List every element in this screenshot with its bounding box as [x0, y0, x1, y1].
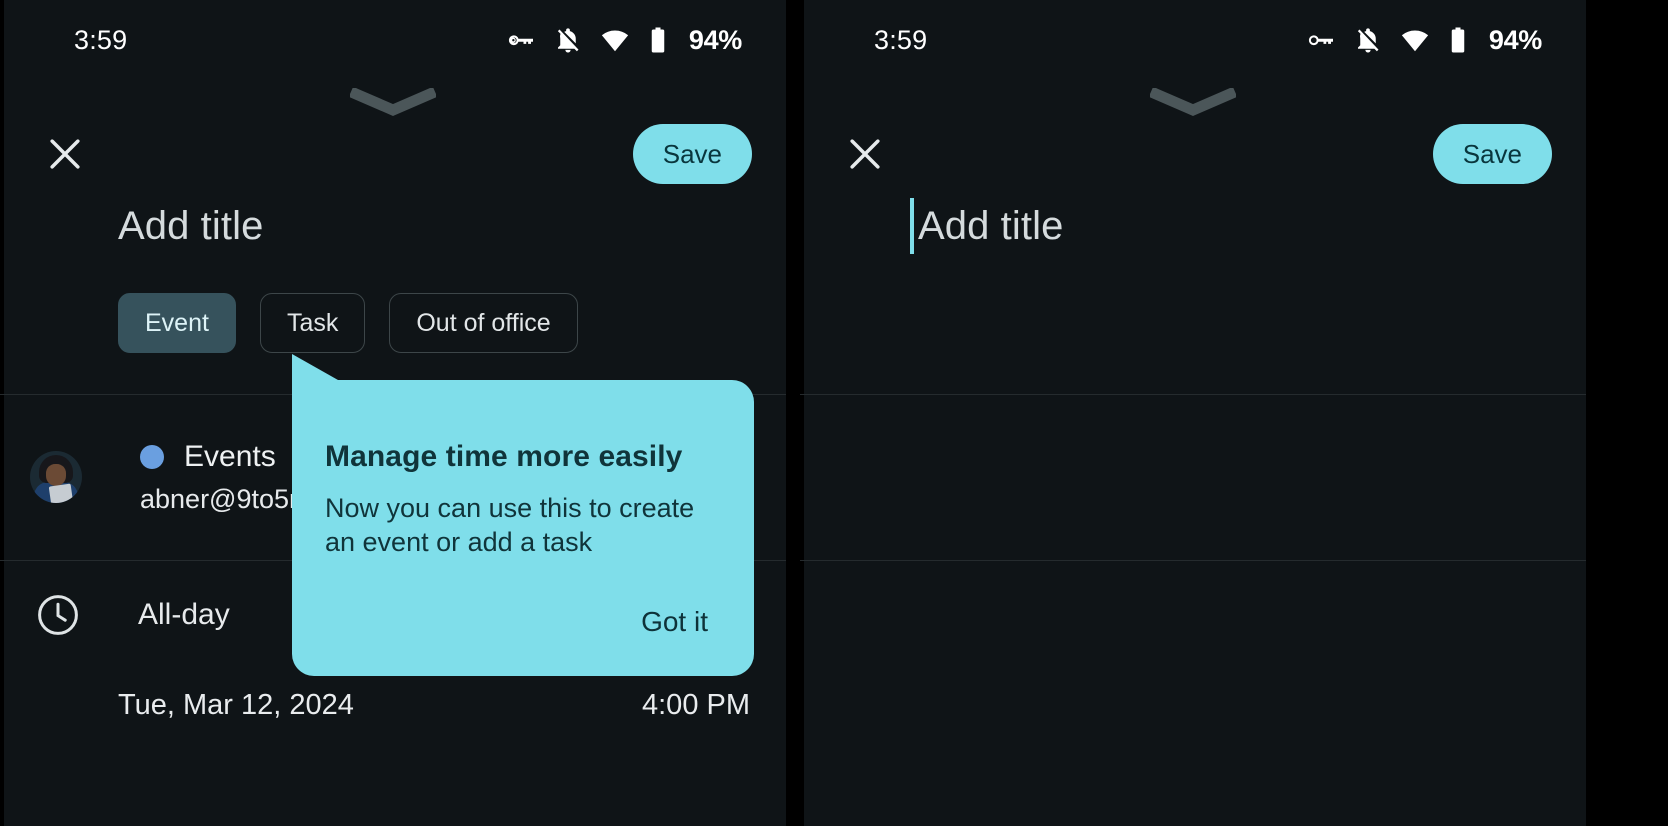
title-input[interactable]: Add title — [118, 204, 263, 249]
tooltip-body: Now you can use this to create an event … — [325, 493, 695, 557]
all-day-left-group: All-day — [34, 591, 230, 639]
save-button-right[interactable]: Save — [1432, 124, 1552, 184]
status-bar-right: 3:59 94% — [800, 0, 1586, 80]
close-icon — [50, 139, 80, 169]
all-day-label: All-day — [138, 598, 230, 631]
tooltip-bubble: Manage time more easily Now you can use … — [292, 354, 754, 676]
feature-tooltip: Manage time more easily Now you can use … — [292, 354, 754, 676]
chip-task[interactable]: Task — [259, 293, 366, 353]
right-phone-screen: 3:59 94% Save Add title — [800, 0, 1586, 826]
status-icon-group-right: 94% — [1306, 25, 1542, 56]
all-day-row-right[interactable]: All-day — [800, 560, 1586, 670]
battery-icon — [1451, 27, 1465, 53]
battery-icon — [651, 27, 665, 53]
chevron-down-icon — [1148, 86, 1238, 116]
left-phone-screen: 3:59 94% Save Add title Event Task Out o… — [0, 0, 786, 826]
status-bar: 3:59 94% — [0, 0, 786, 80]
start-time-label[interactable]: 4:00 PM — [642, 689, 750, 722]
battery-percent-label-right: 94% — [1488, 24, 1542, 55]
start-date-label[interactable]: Tue, Mar 12, 2024 — [118, 689, 354, 722]
wifi-icon — [601, 30, 628, 52]
vpn-key-icon — [508, 35, 533, 46]
title-input-right[interactable]: Add title — [918, 204, 1063, 249]
close-icon — [850, 139, 880, 169]
tooltip-action-row: Got it — [325, 602, 714, 642]
entry-type-chip-group: Event Task Out of office — [118, 293, 578, 353]
status-clock-right: 3:59 — [874, 24, 928, 55]
title-input-row-right[interactable]: Add title — [800, 188, 1586, 264]
close-button[interactable] — [36, 125, 94, 183]
calendar-color-dot — [140, 444, 164, 469]
chip-event[interactable]: Event — [118, 293, 236, 353]
battery-percent-label: 94% — [688, 24, 742, 55]
status-icon-group: 94% — [506, 25, 742, 56]
tooltip-got-it-button[interactable]: Got it — [635, 602, 714, 642]
avatar[interactable] — [30, 451, 82, 503]
notifications-muted-icon — [557, 28, 579, 53]
panel-divider — [786, 0, 800, 826]
vpn-key-icon — [1308, 35, 1333, 46]
dual-screenshot-stage: 3:59 94% Save Add title Event Task Out o… — [0, 0, 1668, 826]
save-button[interactable]: Save — [632, 124, 752, 184]
datetime-row[interactable]: Tue, Mar 12, 2024 4:00 PM — [0, 670, 786, 740]
close-button-right[interactable] — [836, 125, 894, 183]
top-app-bar-right: Save — [800, 118, 1586, 190]
account-row-right[interactable]: Tasks abner@9to5mac.com — [800, 394, 1586, 560]
notifications-muted-icon — [1357, 28, 1379, 53]
text-cursor — [910, 198, 914, 254]
chevron-down-icon — [348, 86, 438, 116]
clock-icon — [38, 595, 78, 635]
calendar-type-label: Events — [184, 439, 276, 473]
chip-out-of-office[interactable]: Out of office — [389, 293, 578, 353]
status-clock: 3:59 — [74, 24, 128, 55]
top-app-bar: Save — [0, 118, 786, 190]
datetime-row-right[interactable]: Tue, Mar 12, 2024 4:00 PM — [800, 670, 1586, 740]
title-input-row[interactable]: Add title — [0, 188, 786, 264]
tooltip-title: Manage time more easily — [325, 440, 683, 473]
wifi-icon — [1401, 30, 1428, 52]
